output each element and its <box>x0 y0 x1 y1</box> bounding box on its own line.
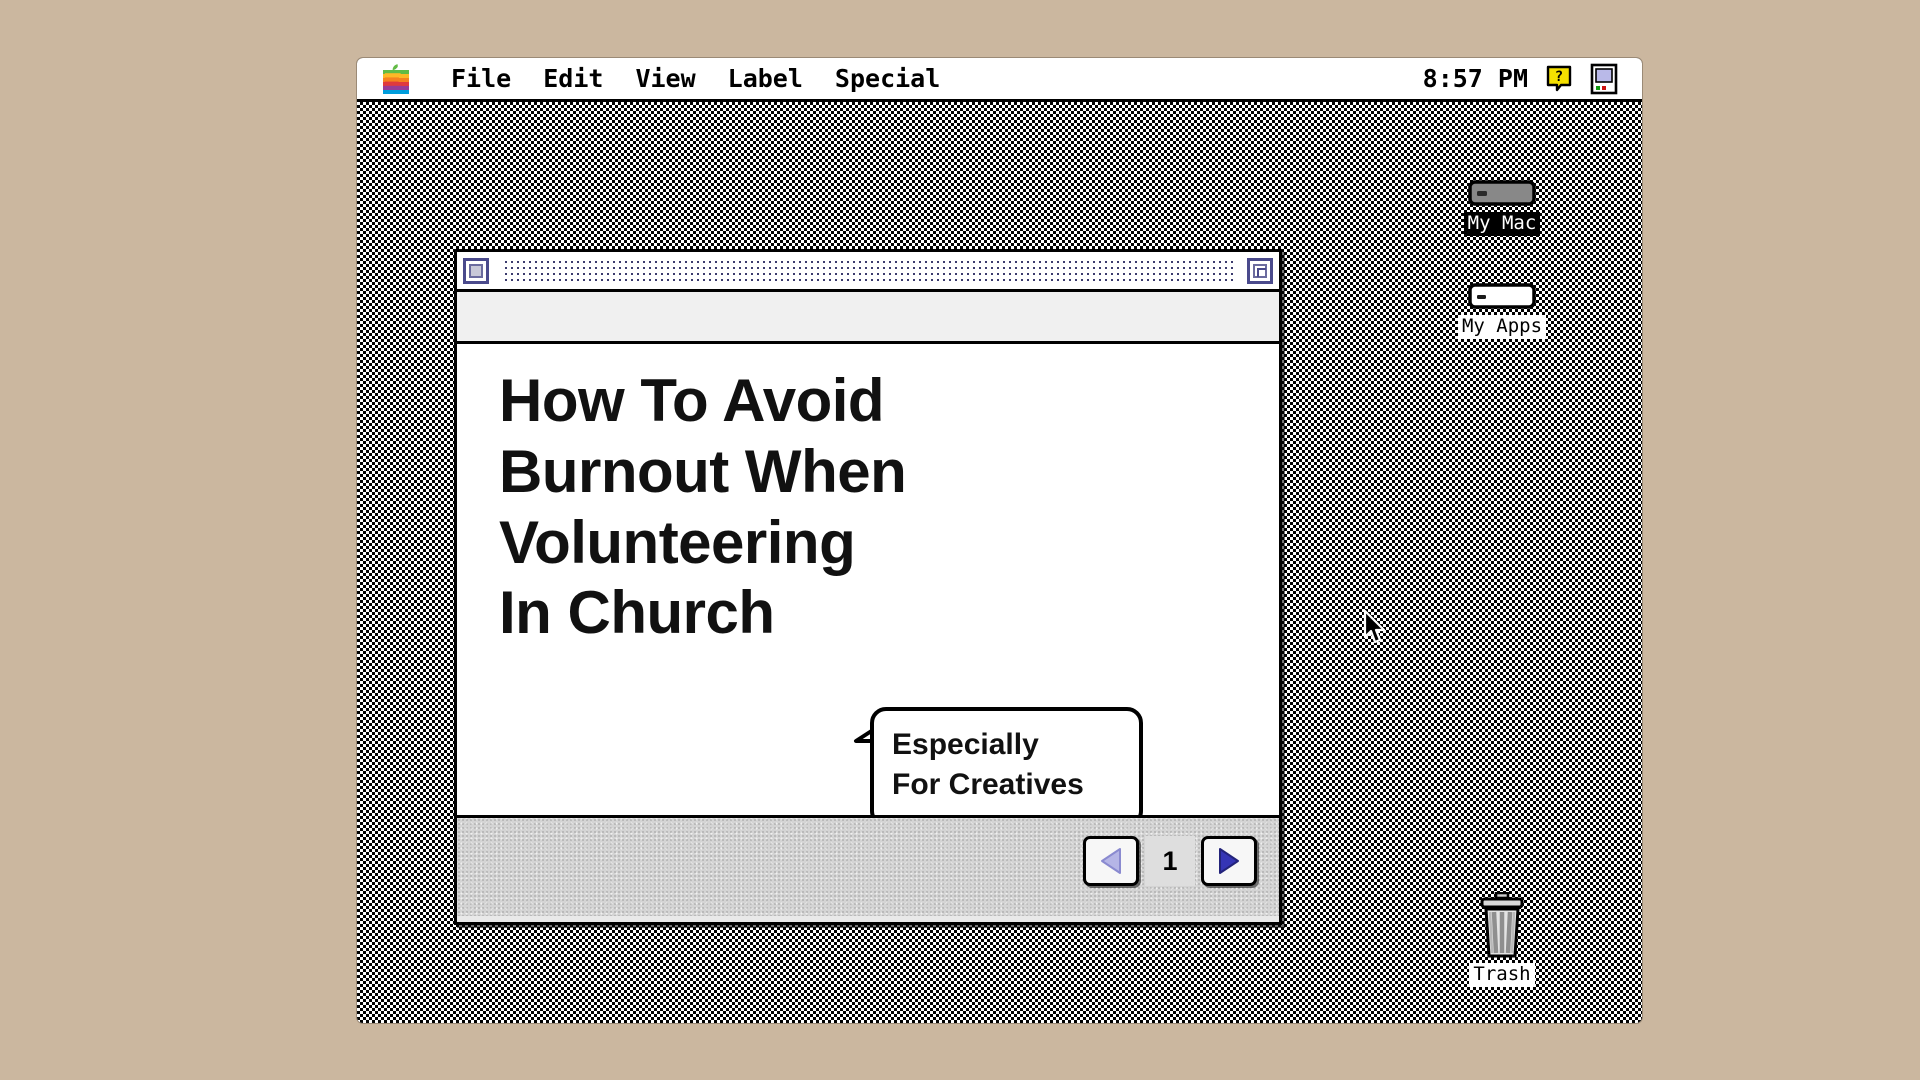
desktop-icon-my-mac[interactable]: My Mac <box>1442 179 1562 236</box>
arrow-pointer-cursor-icon <box>1363 609 1389 646</box>
bubble-line-2: For Creatives <box>892 767 1084 801</box>
title-bar-stripes <box>503 258 1233 283</box>
window-bottom-bar: 1 <box>457 818 1279 916</box>
application-window: How To Avoid Burnout When Volunteering I… <box>454 249 1282 925</box>
pagination-controls: 1 <box>1083 836 1257 886</box>
triangle-left-icon <box>1101 848 1121 874</box>
desktop-surface[interactable]: How To Avoid Burnout When Volunteering I… <box>357 102 1642 1023</box>
menu-bar-right-group: 8:57 PM ? <box>1423 63 1642 95</box>
previous-page-button[interactable] <box>1083 836 1139 886</box>
headline-line-1: How To Avoid <box>499 367 885 434</box>
speech-bubble: Especially For Creatives <box>850 707 1143 815</box>
desk-background: File Edit View Label Special 8:57 PM ? H… <box>0 0 1920 1080</box>
headline-line-4: In Church <box>499 579 775 647</box>
crt-screen: File Edit View Label Special 8:57 PM ? H… <box>357 58 1642 1023</box>
menu-bar-left-group: File Edit View Label Special <box>357 63 956 94</box>
svg-text:?: ? <box>1555 69 1563 85</box>
desktop-icon-my-apps[interactable]: My Apps <box>1442 282 1562 339</box>
trash-can-icon <box>1476 891 1528 960</box>
headline-line-3: Volunteering <box>499 508 856 576</box>
menu-item-special[interactable]: Special <box>819 64 956 93</box>
menu-item-edit[interactable]: Edit <box>527 64 619 93</box>
menu-item-view[interactable]: View <box>619 64 711 93</box>
zoom-box-icon[interactable] <box>1247 257 1273 284</box>
hard-drive-icon <box>1468 282 1536 312</box>
close-box-icon[interactable] <box>463 257 489 284</box>
menu-bar: File Edit View Label Special 8:57 PM ? <box>357 58 1642 102</box>
desktop-icon-label: My Apps <box>1457 315 1547 339</box>
headline-line-2: Burnout When <box>499 437 907 505</box>
page-number: 1 <box>1145 836 1195 886</box>
speech-bubble-text: Especially For Creatives <box>892 725 1084 804</box>
desktop-icon-trash[interactable]: Trash <box>1442 891 1562 987</box>
application-switcher-mac-icon[interactable] <box>1590 63 1618 95</box>
slide-headline: How To Avoid Burnout When Volunteering I… <box>499 366 1059 649</box>
window-toolbar <box>457 292 1279 344</box>
window-title-bar[interactable] <box>457 252 1279 292</box>
bubble-line-1: Especially <box>892 728 1039 761</box>
apple-logo-rainbow-icon[interactable] <box>383 63 409 94</box>
menu-bar-clock[interactable]: 8:57 PM <box>1423 64 1528 93</box>
help-question-balloon-icon[interactable]: ? <box>1544 64 1574 94</box>
next-page-button[interactable] <box>1201 836 1257 886</box>
desktop-icon-label: My Mac <box>1463 212 1541 236</box>
hard-drive-icon <box>1468 179 1536 209</box>
desktop-icon-label: Trash <box>1469 963 1535 987</box>
menu-item-file[interactable]: File <box>435 64 527 93</box>
triangle-right-icon <box>1219 848 1239 874</box>
slide-canvas: How To Avoid Burnout When Volunteering I… <box>457 344 1279 818</box>
menu-item-label[interactable]: Label <box>712 64 819 93</box>
